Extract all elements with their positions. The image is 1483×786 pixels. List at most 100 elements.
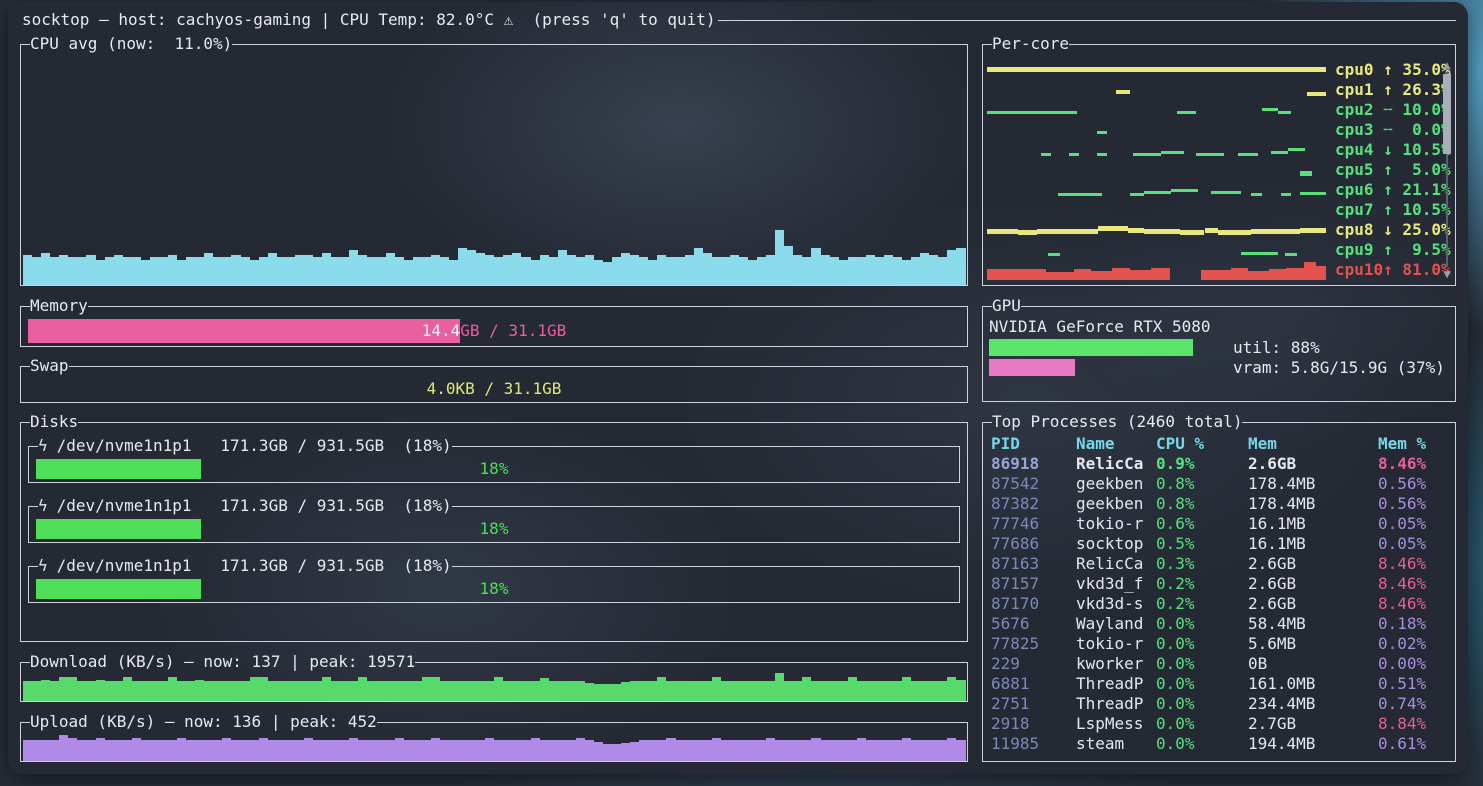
process-cell: 87157 <box>991 574 1076 594</box>
cpu-avg-title: CPU avg (now: 11.0%) <box>30 34 232 54</box>
process-cell: tokio-r <box>1076 634 1156 654</box>
process-cell: 0.0% <box>1156 634 1248 654</box>
process-cell: 58.4MB <box>1248 614 1378 634</box>
swap-panel: Swap 4.0KB / 31.1GB 4.0KB / 31.1GB <box>20 356 968 402</box>
core-row: cpu8 ↓ 25.0% <box>987 220 1455 240</box>
process-cell: 0.0% <box>1156 734 1248 754</box>
gpu-util-bar <box>989 339 1221 356</box>
process-cell: ThreadP <box>1076 674 1156 694</box>
core-label: cpu9 ↑ 9.5% <box>1335 240 1455 260</box>
process-cell: 16.1MB <box>1248 534 1378 554</box>
core-row: cpu10↑ 81.0% <box>987 260 1455 280</box>
process-header-cell: PID <box>991 434 1076 454</box>
disk-sub-title: ϟ/dev/nvme1n1p1 171.3GB / 931.5GB (18%) <box>38 436 452 456</box>
process-cell: 0.0% <box>1156 614 1248 634</box>
process-cell: LspMess <box>1076 714 1156 734</box>
process-cell: 178.4MB <box>1248 494 1378 514</box>
process-cell: 0.0% <box>1156 694 1248 714</box>
core-sparkline <box>987 260 1335 280</box>
right-column: Per-core cpu0 ↑ 35.0%cpu1 ↑ 26.3%cpu2 ╌ … <box>982 34 1456 762</box>
upload-title: Upload (KB/s) — now: 136 | peak: 452 <box>30 712 377 732</box>
process-cell: 2.6GB <box>1248 554 1378 574</box>
core-sparkline <box>987 60 1335 80</box>
process-cell: 234.4MB <box>1248 694 1378 714</box>
process-cell: 0.02% <box>1378 634 1455 654</box>
process-cell: 0.0% <box>1156 714 1248 734</box>
core-row: cpu2 ╌ 10.0% <box>987 100 1455 120</box>
title-border-line <box>718 20 1456 21</box>
core-row: cpu4 ↓ 10.5% <box>987 140 1455 160</box>
process-cell: 161.0MB <box>1248 674 1378 694</box>
core-row: cpu0 ↑ 35.0% <box>987 60 1455 80</box>
process-cell: 0.18% <box>1378 614 1455 634</box>
process-cell: 2751 <box>991 694 1076 714</box>
core-row: cpu3 ╌ 0.0% <box>987 120 1455 140</box>
process-cell: 8.46% <box>1378 574 1455 594</box>
process-cell: 0.2% <box>1156 574 1248 594</box>
disk-gauge: 18% <box>36 519 952 539</box>
process-cell: 0.00% <box>1378 654 1455 674</box>
process-cell: 5.6MB <box>1248 634 1378 654</box>
process-cell: Wayland <box>1076 614 1156 634</box>
process-cell: 2.6GB <box>1248 574 1378 594</box>
core-row: cpu6 ↑ 21.1% <box>987 180 1455 200</box>
process-cell: 0.8% <box>1156 474 1248 494</box>
process-cell: 0.8% <box>1156 494 1248 514</box>
process-cell: 0.9% <box>1156 454 1248 474</box>
memory-panel: Memory 14.4GB / 31.1GB 14.4GB / 31.1GB <box>20 296 968 346</box>
scrollbar-down-icon[interactable]: ▼ <box>1443 267 1450 281</box>
memory-title: Memory <box>30 296 88 316</box>
process-cell: 0.0% <box>1156 674 1248 694</box>
disk-gauge: 18% <box>36 459 952 479</box>
disk-sub-title: ϟ/dev/nvme1n1p1 171.3GB / 931.5GB (18%) <box>38 556 452 576</box>
process-cell: 2.6GB <box>1248 594 1378 614</box>
disks-title: Disks <box>30 412 78 432</box>
gpu-util-label: util: 88% <box>1233 338 1320 357</box>
process-cell: 0.51% <box>1378 674 1455 694</box>
scrollbar-thumb[interactable] <box>1443 74 1451 154</box>
per-core-scrollbar[interactable]: ▲ ▼ <box>1442 58 1452 281</box>
download-title: Download (KB/s) — now: 137 | peak: 19571 <box>30 652 415 672</box>
core-sparkline <box>987 180 1335 200</box>
core-row: cpu7 ↑ 10.5% <box>987 200 1455 220</box>
process-cell: 2918 <box>991 714 1076 734</box>
left-column: CPU avg (now: 11.0%) Memory 14.4GB / 31.… <box>20 34 968 762</box>
process-cell: 229 <box>991 654 1076 674</box>
process-cell: 87382 <box>991 494 1076 514</box>
process-cell: 0.6% <box>1156 514 1248 534</box>
scrollbar-track[interactable] <box>1446 72 1448 267</box>
core-label: cpu4 ↓ 10.5% <box>1335 140 1455 160</box>
disk-gauge-label: 18% <box>36 459 952 479</box>
core-sparkline <box>987 80 1335 100</box>
upload-panel: Upload (KB/s) — now: 136 | peak: 452 <box>20 712 968 762</box>
process-table: PIDNameCPU %MemMem %86918RelicCa0.9%2.6G… <box>983 432 1455 754</box>
process-cell: 0.74% <box>1378 694 1455 714</box>
process-cell: 0.2% <box>1156 594 1248 614</box>
swap-gauge: 4.0KB / 31.1GB 4.0KB / 31.1GB <box>28 379 960 399</box>
process-cell: 0.56% <box>1378 494 1455 514</box>
process-cell: vkd3d_f <box>1076 574 1156 594</box>
disks-panel: Disks ϟ/dev/nvme1n1p1 171.3GB / 931.5GB … <box>20 412 968 642</box>
gpu-panel: GPU NVIDIA GeForce RTX 5080 util: 88% vr… <box>982 296 1456 402</box>
core-label: cpu3 ╌ 0.0% <box>1335 120 1455 140</box>
app-title-bar: socktop — host: cachyos-gaming | CPU Tem… <box>20 8 1456 32</box>
process-cell: 77686 <box>991 534 1076 554</box>
process-cell: 2.7GB <box>1248 714 1378 734</box>
disk-gauge-label: 18% <box>36 579 952 599</box>
process-cell: geekben <box>1076 494 1156 514</box>
scrollbar-up-icon[interactable]: ▲ <box>1443 58 1450 72</box>
process-cell: 8.84% <box>1378 714 1455 734</box>
per-core-title: Per-core <box>992 34 1069 54</box>
process-cell: tokio-r <box>1076 514 1156 534</box>
process-cell: 6881 <box>991 674 1076 694</box>
process-cell: socktop <box>1076 534 1156 554</box>
process-cell: 194.4MB <box>1248 734 1378 754</box>
core-label: cpu2 ╌ 10.0% <box>1335 100 1455 120</box>
terminal-window: socktop — host: cachyos-gaming | CPU Tem… <box>8 2 1468 774</box>
process-cell: ThreadP <box>1076 694 1156 714</box>
app-title: socktop — host: cachyos-gaming | CPU Tem… <box>22 8 716 32</box>
download-chart <box>21 672 967 701</box>
process-cell: 8.46% <box>1378 454 1455 474</box>
memory-gauge: 14.4GB / 31.1GB 14.4GB / 31.1GB <box>28 319 960 343</box>
process-cell: 0.61% <box>1378 734 1455 754</box>
